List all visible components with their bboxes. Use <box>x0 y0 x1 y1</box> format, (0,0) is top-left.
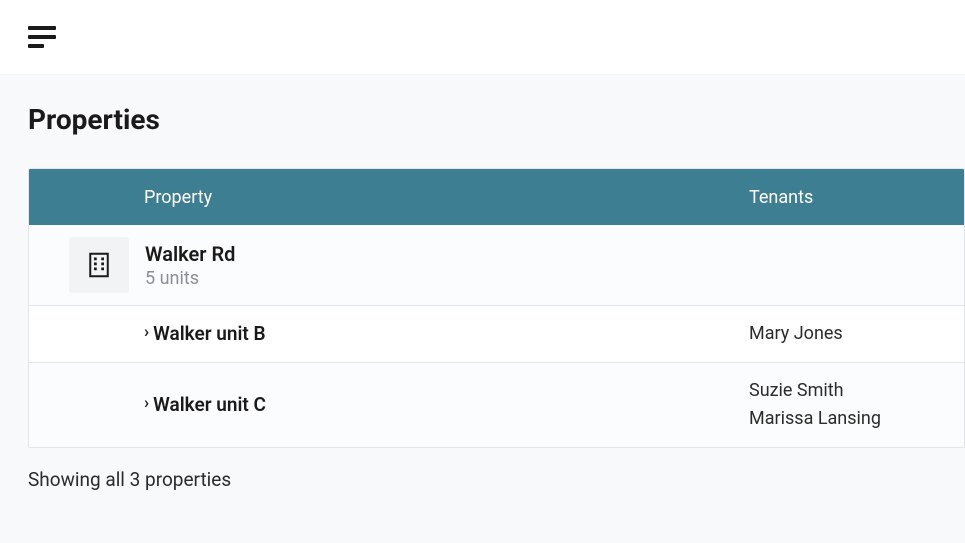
tenant-name: Marissa Lansing <box>749 405 964 433</box>
top-bar <box>0 0 965 75</box>
tenant-name: Mary Jones <box>749 320 964 348</box>
property-row[interactable]: Walker Rd 5 units <box>29 225 964 306</box>
unit-cell: › Walker unit C <box>29 393 749 416</box>
building-icon <box>69 237 129 293</box>
table-header: Property Tenants <box>29 169 964 225</box>
results-summary: Showing all 3 properties <box>28 468 965 491</box>
properties-table: Property Tenants Walker Rd 5 units <box>28 168 965 448</box>
unit-row[interactable]: › Walker unit B Mary Jones <box>29 306 964 363</box>
tenants-cell: Mary Jones <box>749 320 964 348</box>
menu-icon[interactable] <box>28 26 56 48</box>
page-title: Properties <box>28 103 965 136</box>
property-subtitle: 5 units <box>145 268 235 289</box>
unit-name: Walker unit C <box>153 393 266 416</box>
column-header-property: Property <box>29 187 749 208</box>
content-area: Properties Property Tenants Walker Rd <box>0 75 965 491</box>
property-name: Walker Rd <box>145 242 235 266</box>
chevron-right-icon: › <box>144 395 149 412</box>
unit-row[interactable]: › Walker unit C Suzie Smith Marissa Lans… <box>29 363 964 447</box>
column-header-tenants: Tenants <box>749 187 964 208</box>
property-info: Walker Rd 5 units <box>145 242 235 289</box>
unit-name: Walker unit B <box>153 322 265 345</box>
tenant-name: Suzie Smith <box>749 377 964 405</box>
unit-cell: › Walker unit B <box>29 322 749 345</box>
tenants-cell: Suzie Smith Marissa Lansing <box>749 377 964 433</box>
chevron-right-icon: › <box>144 324 149 341</box>
